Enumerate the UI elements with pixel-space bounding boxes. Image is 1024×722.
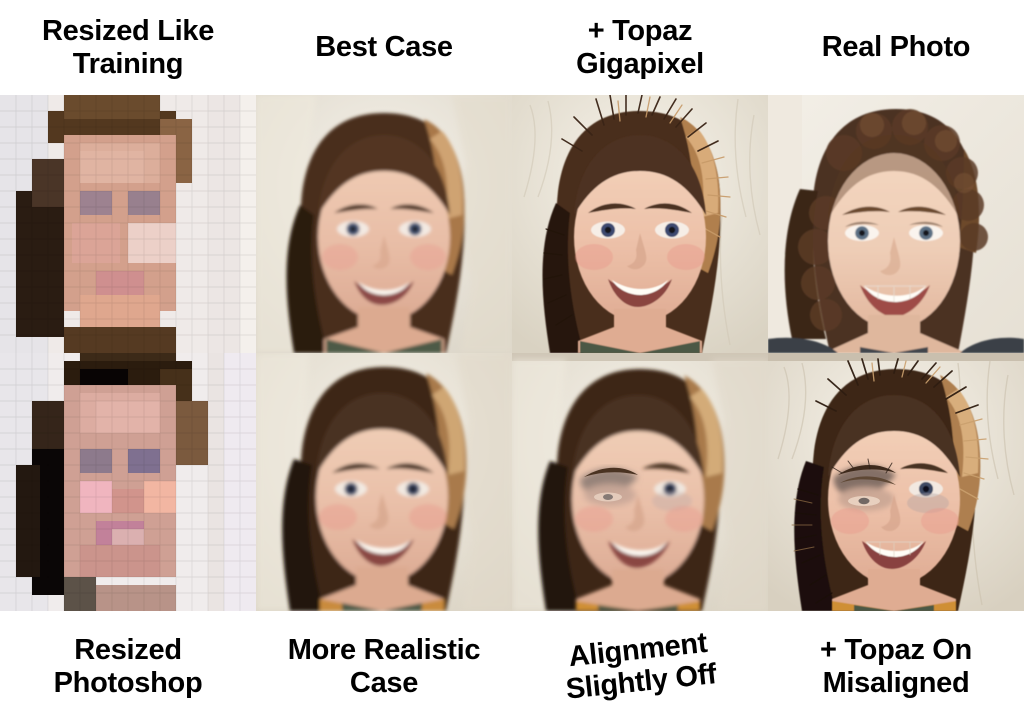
label-cell-more-realistic-case: More Realistic Case	[256, 611, 512, 722]
reconstructed-face-topaz	[512, 95, 768, 353]
image-cell-resized-photoshop	[0, 353, 256, 611]
top-label-row: Resized Like Training Best Case + Topaz …	[0, 0, 1024, 95]
column-label-1: Resized Like Training	[41, 15, 215, 80]
column-label-8: + Topaz On Misaligned	[820, 634, 973, 699]
reconstructed-face-misaligned	[512, 353, 768, 611]
image-cell-topaz-gigapixel	[512, 95, 768, 353]
comparison-figure: Resized Like Training Best Case + Topaz …	[0, 0, 1024, 722]
label-cell-alignment-slightly-off: Alignment Slightly Off	[512, 611, 768, 722]
image-cell-alignment-slightly-off	[512, 353, 768, 611]
label-cell-topaz-gigapixel: + Topaz Gigapixel	[512, 0, 768, 95]
real-photo-face	[768, 95, 1024, 353]
reconstructed-face-misaligned-topaz	[768, 353, 1024, 611]
pixelated-face-2	[0, 353, 256, 611]
bottom-label-row: Resized Photoshop More Realistic Case Al…	[0, 611, 1024, 722]
label-cell-real-photo: Real Photo	[768, 0, 1024, 95]
image-cell-best-case	[256, 95, 512, 353]
label-cell-topaz-on-misaligned: + Topaz On Misaligned	[768, 611, 1024, 722]
column-label-7: Alignment Slightly Off	[564, 626, 719, 707]
image-cell-topaz-on-misaligned	[768, 353, 1024, 611]
image-cell-more-realistic-case	[256, 353, 512, 611]
column-label-6: More Realistic Case	[287, 634, 481, 699]
pixelated-face-1	[0, 95, 256, 353]
column-label-3: + Topaz Gigapixel	[576, 15, 705, 80]
image-cell-real-photo	[768, 95, 1024, 353]
column-label-5: Resized Photoshop	[53, 634, 203, 699]
column-label-2: Best Case	[315, 31, 453, 64]
image-cell-resized-like-training	[0, 95, 256, 353]
label-cell-best-case: Best Case	[256, 0, 512, 95]
label-cell-resized-like-training: Resized Like Training	[0, 0, 256, 95]
reconstructed-face-realistic	[256, 353, 512, 611]
reconstructed-face-best-case	[256, 95, 512, 353]
column-label-4: Real Photo	[821, 31, 971, 64]
label-cell-resized-photoshop: Resized Photoshop	[0, 611, 256, 722]
image-grid	[0, 95, 1024, 611]
